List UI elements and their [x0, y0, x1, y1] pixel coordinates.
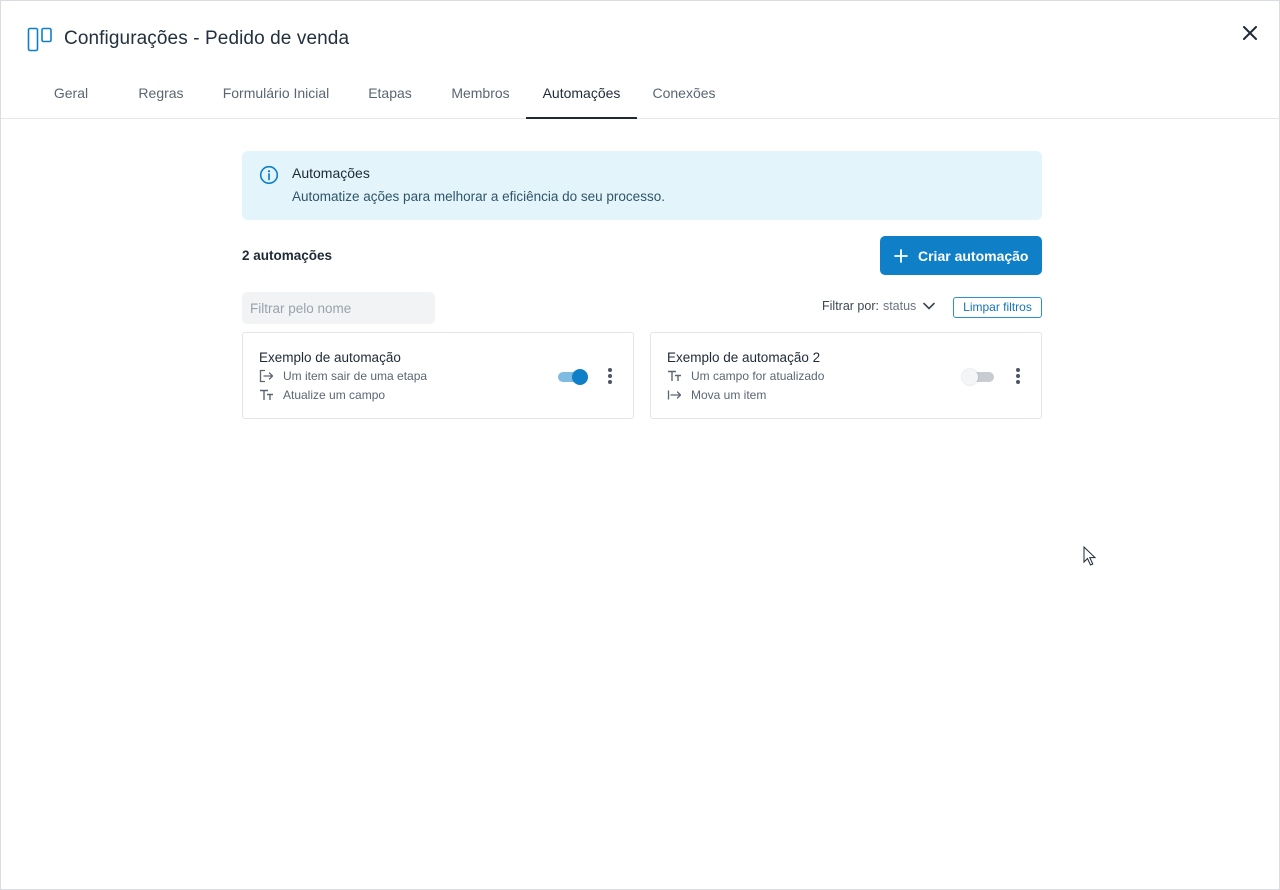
- tab-conexoes[interactable]: Conexões: [652, 73, 716, 119]
- tab-geral[interactable]: Geral: [53, 73, 89, 119]
- create-automation-button[interactable]: Criar automação: [880, 236, 1042, 275]
- banner-text: Automatize ações para melhorar a eficiên…: [292, 189, 665, 204]
- chevron-down-icon: [923, 302, 936, 310]
- automation-enabled-toggle[interactable]: [962, 368, 994, 385]
- tab-bar: Geral Regras Formulário Inicial Etapas M…: [1, 73, 1280, 119]
- kanban-board-icon: [27, 27, 52, 52]
- automation-action: Mova um item: [667, 388, 766, 402]
- automation-action: Atualize um campo: [259, 388, 385, 402]
- move-arrow-icon: [667, 390, 682, 400]
- automation-card[interactable]: Exemplo de automação Um item sair de uma…: [242, 332, 634, 419]
- automation-enabled-toggle[interactable]: [558, 368, 588, 385]
- filter-by-label: Filtrar por:: [822, 299, 879, 313]
- automation-trigger: Um item sair de uma etapa: [259, 369, 427, 383]
- exit-arrow-icon: [259, 369, 274, 383]
- tab-automacoes[interactable]: Automações: [526, 73, 637, 119]
- more-options-icon[interactable]: [1014, 366, 1022, 386]
- filter-by-status-dropdown[interactable]: Filtrar por: status: [822, 299, 936, 313]
- text-field-icon: [668, 370, 681, 381]
- tab-formulario-inicial[interactable]: Formulário Inicial: [221, 73, 331, 119]
- info-icon: [259, 165, 279, 185]
- automation-trigger-label: Um item sair de uma etapa: [283, 369, 428, 383]
- automation-card[interactable]: Exemplo de automação 2 Um campo for atua…: [650, 332, 1042, 419]
- close-icon: [1243, 26, 1257, 40]
- create-automation-label: Criar automação: [918, 247, 1029, 264]
- automation-name: Exemplo de automação: [259, 350, 401, 365]
- clear-filters-button[interactable]: Limpar filtros: [953, 297, 1042, 318]
- mouse-cursor-icon: [1083, 546, 1097, 566]
- tab-membros[interactable]: Membros: [450, 73, 511, 119]
- more-options-icon[interactable]: [606, 366, 614, 386]
- settings-dialog: Configurações - Pedido de venda Geral Re…: [0, 0, 1280, 890]
- automation-count: 2 automações: [242, 248, 333, 263]
- info-banner: Automações Automatize ações para melhora…: [242, 151, 1042, 220]
- tab-etapas[interactable]: Etapas: [367, 73, 413, 119]
- banner-title: Automações: [292, 165, 370, 181]
- text-field-icon: [260, 389, 273, 400]
- plus-icon: [894, 248, 908, 263]
- close-button[interactable]: [1238, 21, 1262, 45]
- automation-action-label: Atualize um campo: [283, 388, 386, 402]
- filter-by-value: status: [882, 299, 917, 313]
- filter-name-input[interactable]: [242, 292, 435, 324]
- automation-action-label: Mova um item: [691, 388, 767, 402]
- automation-name: Exemplo de automação 2: [667, 350, 821, 365]
- automation-trigger-label: Um campo for atualizado: [691, 369, 825, 383]
- page-title: Configurações - Pedido de venda: [64, 28, 350, 49]
- automation-trigger: Um campo for atualizado: [667, 369, 824, 383]
- tab-regras[interactable]: Regras: [138, 73, 184, 119]
